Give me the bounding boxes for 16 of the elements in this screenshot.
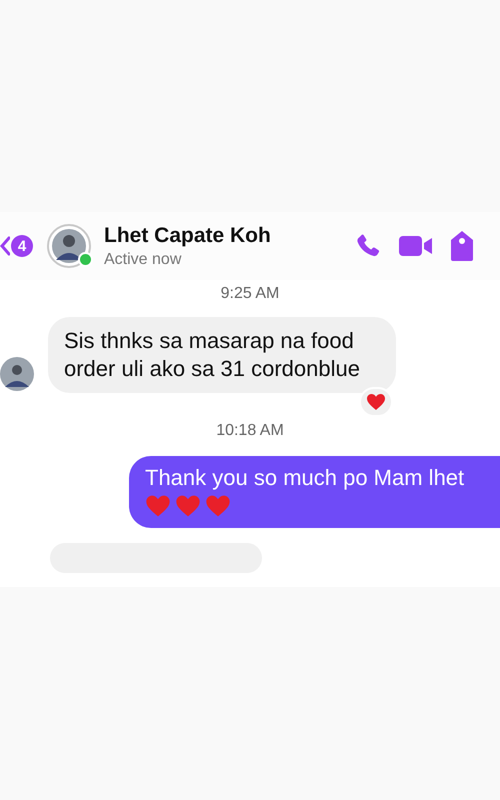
tag-icon[interactable] — [450, 230, 474, 262]
avatar-icon[interactable] — [47, 224, 91, 268]
message-time: 9:25 AM — [220, 285, 280, 303]
message-time: 10:18 AM — [216, 422, 284, 440]
heart-icon — [366, 393, 386, 411]
heart-icon — [145, 494, 171, 518]
incoming-message: Sis thnks sa masarap na food order uli ako sa 31 cordonblue — [48, 317, 396, 393]
heart-icon — [175, 494, 201, 518]
heart-icon — [205, 494, 231, 518]
contact-name: Lhet Capate Koh — [104, 224, 272, 248]
video-camera-icon[interactable] — [399, 234, 433, 258]
message-text: Thank you so much po Mam lhet — [145, 464, 466, 492]
active-status: Active now — [104, 250, 182, 268]
back-icon[interactable] — [0, 236, 10, 256]
avatar-icon — [0, 357, 34, 391]
unread-count[interactable]: 4 — [11, 235, 33, 257]
